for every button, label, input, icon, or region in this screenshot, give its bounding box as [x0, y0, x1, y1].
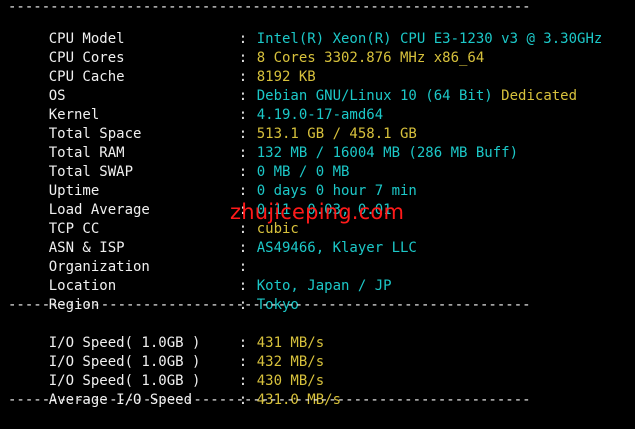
info-row-total-space: Total Space:513.1 GB / 458.1 GB [15, 106, 417, 142]
info-row-kernel: Kernel:4.19.0-17-amd64 [15, 87, 383, 123]
separator-line-middle: ----------------------------------------… [8, 297, 531, 313]
info-row-location: Location: Koto, Japan / JP [15, 258, 392, 294]
io-row-2: I/O Speed( 1.0GB ):432 MB/s [15, 334, 324, 370]
io-row-3: I/O Speed( 1.0GB ):430 MB/s [15, 353, 324, 389]
info-row-cpu-cores: CPU Cores:8 Cores 3302.876 MHz x86_64 [15, 30, 485, 66]
separator-line-bottom: ----------------------------------------… [8, 392, 531, 408]
info-value: AS49466, Klayer LLC [256, 240, 417, 256]
info-row-load-average: Load Average:0.11, 0.03, 0.01 [15, 182, 392, 218]
info-row-region: Region: Tokyo [15, 277, 299, 313]
virtualization-badge: Dedicated [501, 88, 578, 104]
info-row-cpu-model: CPU Model: Intel(R) Xeon(R) CPU E3-1230 v… [15, 11, 603, 47]
io-row-1: I/O Speed( 1.0GB ):431 MB/s [15, 315, 324, 351]
info-row-total-swap: Total SWAP:0 MB / 0 MB [15, 144, 350, 180]
info-row-cpu-cache: CPU Cache:8192 KB [15, 49, 316, 85]
io-row-average: Average I/O Speed:431.0 MB/s [15, 372, 341, 408]
info-row-organization: Organization: [15, 239, 257, 275]
info-row-uptime: Uptime:0 days 0 hour 7 min [15, 163, 417, 199]
info-row-total-ram: Total RAM:132 MB / 16004 MB (286 MB Buff… [15, 125, 518, 161]
watermark-text: zhujiceping.com [230, 200, 405, 224]
terminal-output: ----------------------------------------… [0, 0, 635, 408]
info-row-os: OS: Debian GNU/Linux 10 (64 Bit) Dedicate… [15, 68, 577, 104]
